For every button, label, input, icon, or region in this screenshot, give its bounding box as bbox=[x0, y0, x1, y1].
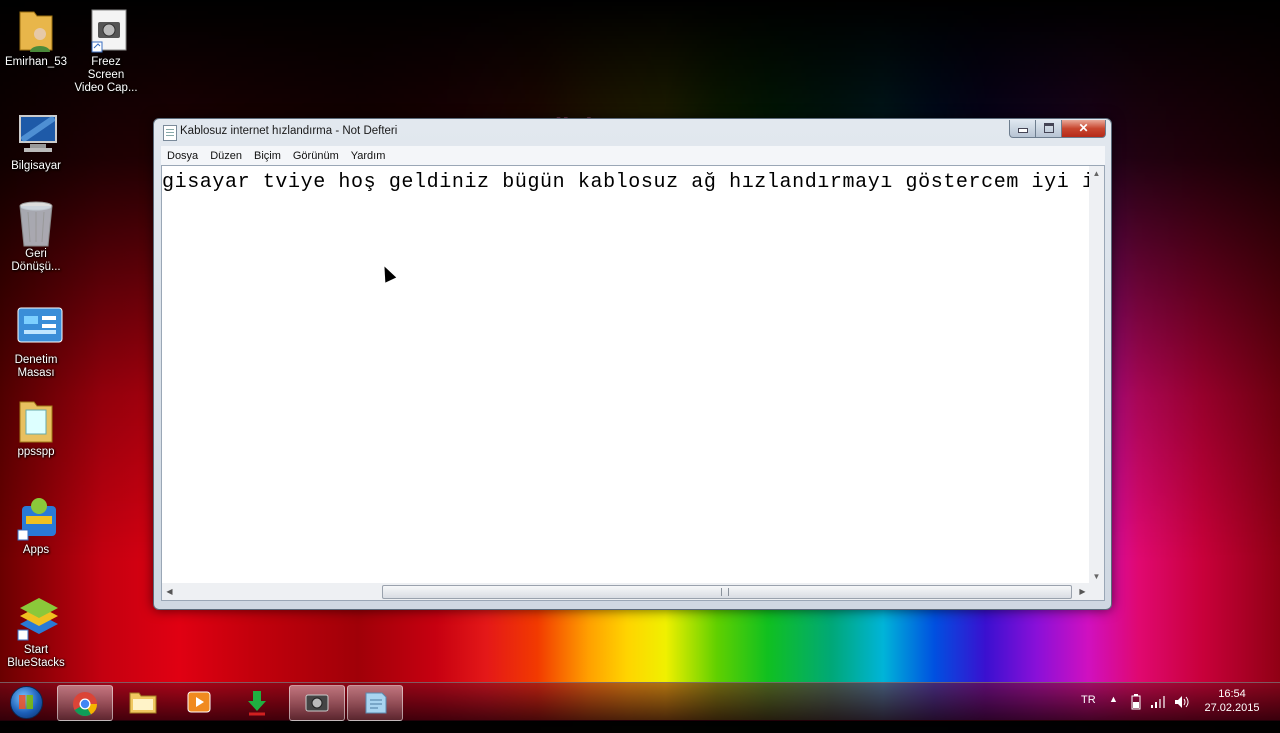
show-hidden-icons-icon[interactable]: ▲ bbox=[1109, 694, 1118, 732]
scroll-down-icon[interactable]: ▼ bbox=[1089, 569, 1104, 584]
desktop-icon-label: Emirhan_53 bbox=[4, 56, 67, 68]
download-icon bbox=[244, 690, 270, 716]
camera-icon bbox=[304, 691, 330, 715]
desktop-icon-label: Denetim Masası bbox=[14, 354, 58, 379]
notepad-window: Kablosuz internet hızlandırma - Not Deft… bbox=[153, 118, 1112, 610]
title-bar[interactable]: Kablosuz internet hızlandırma - Not Deft… bbox=[154, 119, 1111, 146]
media-player-icon bbox=[186, 690, 212, 714]
desktop-icon-start-bluestacks[interactable]: Start BlueStacks bbox=[3, 596, 69, 670]
minimize-icon bbox=[1017, 128, 1028, 133]
network-icon[interactable] bbox=[1150, 695, 1166, 733]
text-editor[interactable]: gisayar tviye hoş geldiniz bügün kablosu… bbox=[161, 165, 1090, 585]
taskbar-explorer[interactable] bbox=[115, 685, 169, 719]
folder-icon bbox=[129, 690, 157, 714]
desktop-icon-control-panel[interactable]: Denetim Masası bbox=[3, 306, 69, 380]
volume-icon[interactable] bbox=[1174, 695, 1190, 733]
scroll-left-icon[interactable]: ◀ bbox=[162, 583, 177, 600]
desktop-icon-label: ppsspp bbox=[17, 446, 55, 458]
minimize-button[interactable] bbox=[1009, 120, 1036, 138]
horizontal-scroll-thumb[interactable] bbox=[382, 585, 1072, 599]
clock[interactable]: 16:54 27.02.2015 bbox=[1196, 687, 1268, 715]
menu-bicim[interactable]: Biçim bbox=[248, 147, 287, 162]
desktop-icon-label: Start BlueStacks bbox=[7, 644, 65, 669]
desktop-icon-ppsspp[interactable]: ppsspp bbox=[3, 398, 69, 459]
menu-dosya[interactable]: Dosya bbox=[161, 147, 204, 162]
desktop-icon-bilgisayar[interactable]: Bilgisayar bbox=[3, 112, 69, 173]
desktop-icon-label: Freez Screen Video Cap... bbox=[74, 56, 138, 94]
desktop-icon-recycle-bin[interactable]: Geri Dönüşü... bbox=[3, 200, 69, 274]
computer-icon bbox=[16, 112, 57, 156]
menu-gorunum[interactable]: Görünüm bbox=[287, 147, 345, 162]
notepad-icon bbox=[362, 691, 388, 715]
maximize-icon bbox=[1043, 123, 1054, 133]
close-button[interactable]: ✕ bbox=[1061, 120, 1106, 138]
clock-date: 27.02.2015 bbox=[1204, 702, 1260, 714]
battery-icon[interactable] bbox=[1130, 694, 1142, 732]
menu-yardim[interactable]: Yardım bbox=[345, 147, 392, 162]
folder-icon bbox=[16, 398, 56, 443]
editor-content[interactable]: gisayar tviye hoş geldiniz bügün kablosu… bbox=[162, 170, 1090, 194]
desktop-icon-label: Geri Dönüşü... bbox=[11, 248, 61, 273]
taskbar-freez[interactable] bbox=[289, 685, 345, 721]
close-icon: ✕ bbox=[1078, 121, 1089, 135]
horizontal-scrollbar[interactable]: ◀ ▶ bbox=[161, 583, 1091, 601]
editor-text: gisayar tviye hoş geldiniz bügün kablosu… bbox=[162, 171, 1090, 194]
menu-bar: Dosya Düzen Biçim Görünüm Yardım bbox=[161, 146, 1105, 166]
taskbar: TR ▲ 16:54 27.02.2015 bbox=[0, 682, 1280, 721]
user-folder-icon bbox=[16, 8, 56, 52]
desktop-icon-emirhan[interactable]: Emirhan_53 bbox=[3, 8, 69, 69]
camera-icon bbox=[86, 8, 127, 53]
language-indicator[interactable]: TR bbox=[1081, 694, 1096, 732]
maximize-button[interactable] bbox=[1035, 120, 1062, 138]
desktop-icon-freez-screen[interactable]: Freez Screen Video Cap... bbox=[73, 8, 139, 95]
taskbar-notepad[interactable] bbox=[347, 685, 403, 721]
grip-icon bbox=[721, 588, 729, 596]
window-title: Kablosuz internet hızlandırma - Not Deft… bbox=[180, 125, 398, 137]
desktop-icon-label: Apps bbox=[22, 544, 50, 556]
clock-time: 16:54 bbox=[1218, 688, 1246, 700]
menu-duzen[interactable]: Düzen bbox=[204, 147, 248, 162]
control-panel-icon bbox=[16, 306, 63, 350]
resize-corner[interactable] bbox=[1089, 583, 1105, 601]
vertical-scrollbar[interactable]: ▲ ▼ bbox=[1089, 165, 1105, 585]
taskbar-download[interactable] bbox=[230, 685, 284, 719]
chrome-icon bbox=[72, 691, 98, 717]
scroll-right-icon[interactable]: ▶ bbox=[1075, 583, 1090, 600]
desktop-icon-apps[interactable]: Apps bbox=[3, 496, 69, 557]
bluestacks-apps-icon bbox=[16, 496, 56, 541]
scroll-up-icon[interactable]: ▲ bbox=[1089, 166, 1104, 181]
windows-orb-icon bbox=[10, 686, 43, 719]
recycle-bin-icon bbox=[16, 200, 56, 247]
bluestacks-icon bbox=[16, 596, 58, 641]
taskbar-media[interactable] bbox=[172, 685, 226, 719]
notepad-icon bbox=[163, 125, 177, 141]
taskbar-chrome[interactable] bbox=[57, 685, 113, 721]
start-button[interactable] bbox=[6, 683, 46, 721]
desktop-icon-label: Bilgisayar bbox=[11, 160, 61, 172]
